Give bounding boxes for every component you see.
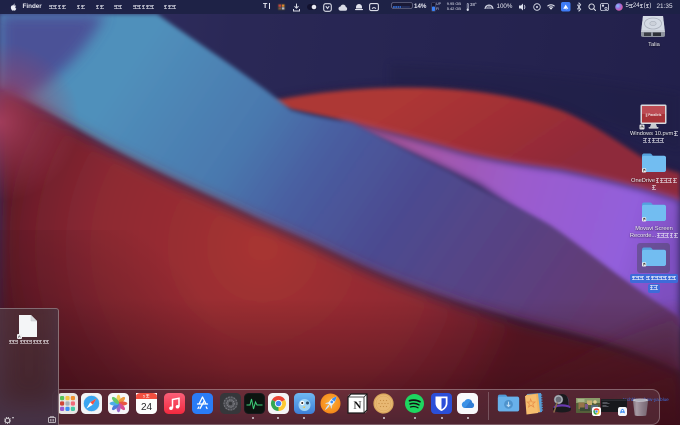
- svg-text:5: 5: [143, 395, 145, 399]
- svg-text:24: 24: [141, 402, 153, 413]
- svg-text:N: N: [353, 400, 361, 412]
- svg-text:|| Parallels: || Parallels: [646, 113, 662, 117]
